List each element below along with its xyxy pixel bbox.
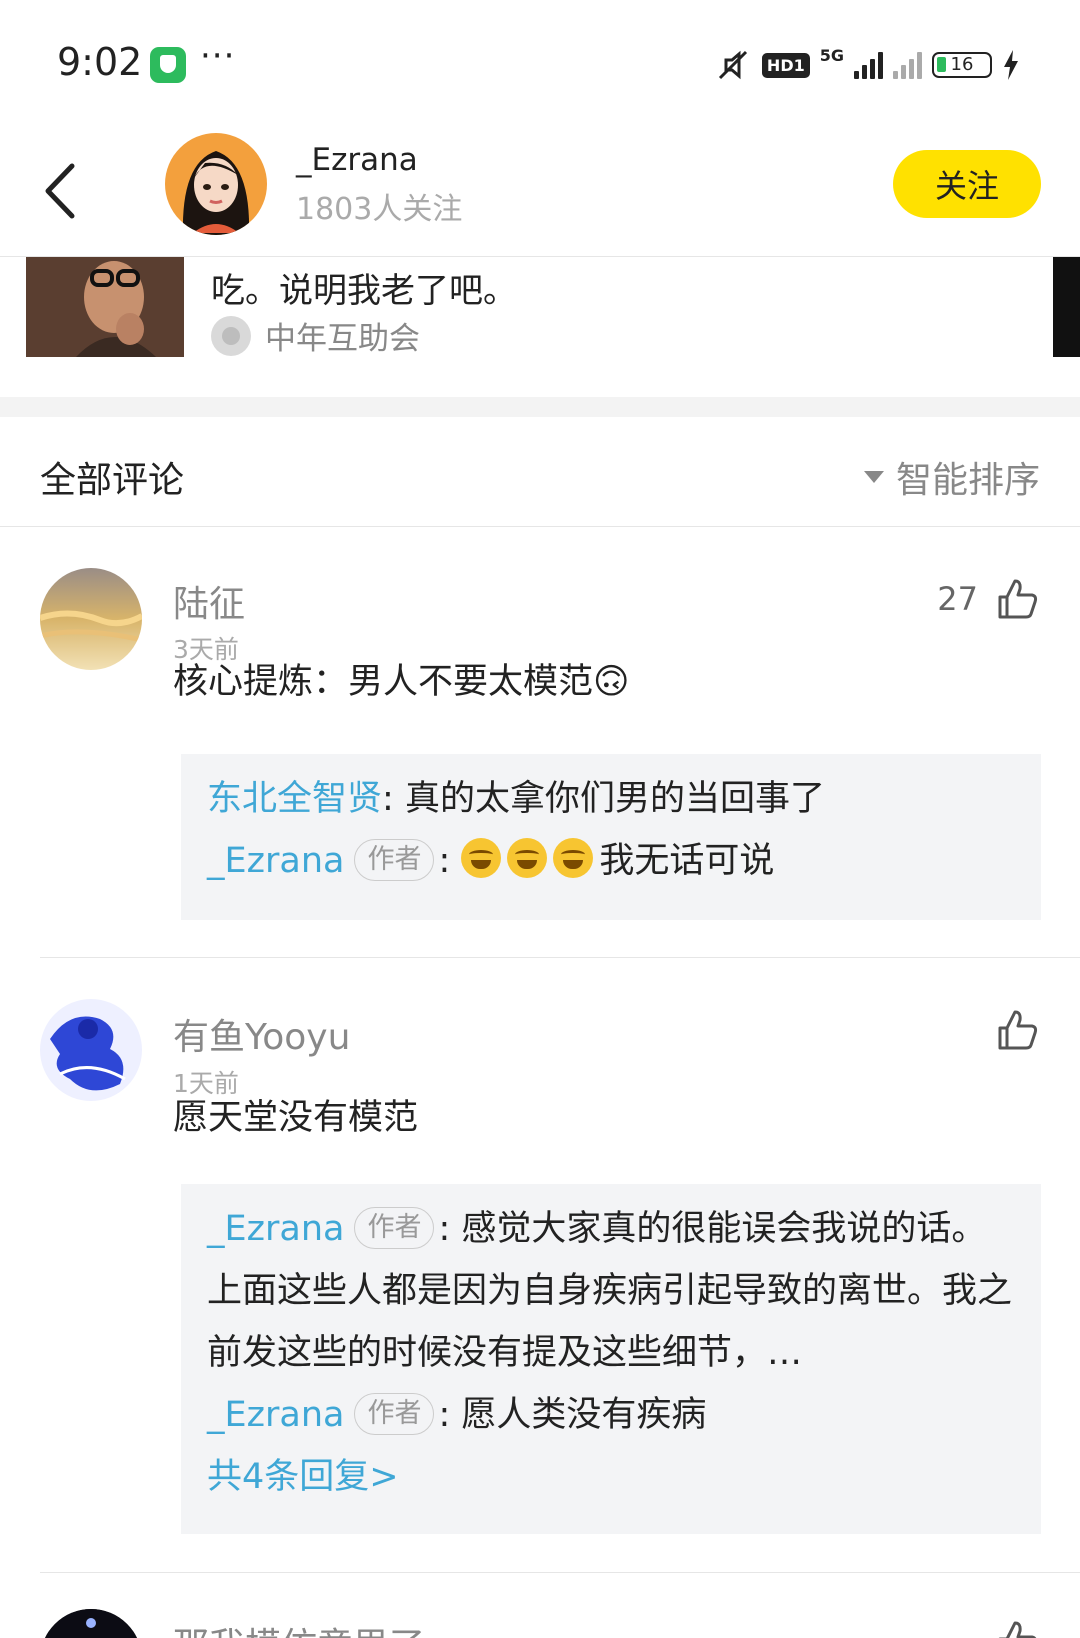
- battery-icon: 16: [932, 52, 992, 78]
- reply-item: _Ezrana 作者: 愿人类没有疾病: [207, 1384, 1015, 1446]
- reply-item: _Ezrana 作者: 感觉大家真的很能误会我说的话。上面这些人都是因为自身疾病引…: [207, 1198, 1015, 1384]
- reply-user[interactable]: 东北全智贤: [207, 779, 382, 819]
- like-count: 27: [937, 580, 978, 618]
- author-badge: 作者: [354, 1207, 435, 1249]
- commenter-name[interactable]: 那我模仿意思了: [173, 1617, 425, 1638]
- hd-voice-icon: HD1: [761, 52, 810, 78]
- comment-item: 那我模仿意思了: [0, 1573, 1080, 1638]
- reply-separator: :: [438, 1209, 462, 1249]
- network-type: 5G: [819, 46, 844, 65]
- security-shield-icon: [150, 47, 186, 83]
- battery-level: 16: [950, 54, 974, 75]
- reply-text: 真的太拿你们男的当回事了: [404, 779, 825, 819]
- post-thumbnail[interactable]: [26, 257, 184, 357]
- post-topic[interactable]: 中年互助会: [211, 313, 420, 358]
- reply-item: 东北全智贤: 真的太拿你们男的当回事了: [207, 768, 1015, 830]
- reply-box[interactable]: 东北全智贤: 真的太拿你们男的当回事了 _Ezrana 作者: 我无话可说: [181, 754, 1041, 920]
- topic-label: 中年互助会: [265, 321, 420, 357]
- comment-item: 陆征 3天前 27 核心提炼：男人不要太模范🙃 东北全智贤: 真的太拿你们男的当…: [0, 527, 1080, 957]
- reply-user[interactable]: _Ezrana: [207, 841, 344, 881]
- commenter-avatar[interactable]: [40, 568, 142, 670]
- comment-item: 有鱼Yooyu 1天前 愿天堂没有模范 _Ezrana 作者: 感觉大家真的很能误…: [0, 958, 1080, 1571]
- thumbs-up-icon: [998, 579, 1038, 619]
- reply-item: _Ezrana 作者: 我无话可说: [207, 830, 1015, 892]
- author-badge: 作者: [354, 1393, 435, 1435]
- reply-separator: :: [438, 1395, 462, 1435]
- like-button[interactable]: 27: [937, 577, 1040, 621]
- reply-user[interactable]: _Ezrana: [207, 1395, 344, 1435]
- comments-header: 全部评论 智能排序: [0, 417, 1080, 527]
- comment-text: 核心提炼：男人不要太模范🙃: [173, 662, 630, 702]
- grin-sweat-emoji-icon: [507, 838, 548, 878]
- status-time: 9:02: [57, 40, 143, 84]
- status-bar: 9:02 ··· HD1 5G 16: [0, 0, 1080, 120]
- follower-count: 1803人关注: [296, 192, 463, 227]
- like-button[interactable]: [996, 1008, 1040, 1052]
- commenter-avatar[interactable]: [40, 999, 142, 1101]
- post-excerpt: 吃。说明我老了吧。: [211, 271, 517, 311]
- like-button[interactable]: [996, 1619, 1040, 1638]
- dropdown-triangle-icon: [863, 471, 884, 483]
- view-all-replies-link[interactable]: 共4条回复>: [207, 1446, 1015, 1508]
- sort-label: 智能排序: [895, 460, 1040, 501]
- reply-user[interactable]: _Ezrana: [207, 1209, 344, 1249]
- grin-sweat-emoji-icon: [553, 838, 594, 878]
- sort-dropdown[interactable]: 智能排序: [863, 451, 1040, 503]
- status-icons: HD1 5G 16: [714, 46, 1020, 84]
- signal-2-icon: [893, 51, 922, 79]
- reply-box[interactable]: _Ezrana 作者: 感觉大家真的很能误会我说的话。上面这些人都是因为自身疾病引…: [181, 1184, 1041, 1534]
- comments-title: 全部评论: [40, 460, 185, 501]
- thumbs-up-icon: [998, 1010, 1038, 1050]
- reply-separator: :: [382, 779, 405, 819]
- comment-text: 愿天堂没有模范: [173, 1098, 419, 1138]
- profile-header: _Ezrana 1803人关注 关注: [0, 120, 1080, 257]
- grin-sweat-emoji-icon: [461, 838, 502, 878]
- follow-button[interactable]: 关注: [893, 150, 1041, 218]
- charging-icon: [1004, 50, 1018, 80]
- mute-icon: [718, 50, 747, 80]
- commenter-name[interactable]: 有鱼Yooyu: [173, 1008, 350, 1060]
- reply-separator: :: [438, 841, 462, 881]
- commenter-avatar[interactable]: [40, 1609, 142, 1638]
- reply-text: 愿人类没有疾病: [461, 1395, 707, 1435]
- section-divider: [0, 397, 1080, 417]
- back-icon[interactable]: [40, 156, 90, 226]
- thumbs-up-icon: [998, 1621, 1037, 1638]
- more-notifications-icon: ···: [200, 36, 236, 76]
- topic-icon: [211, 315, 251, 356]
- referenced-post[interactable]: 吃。说明我老了吧。 中年互助会: [0, 257, 1080, 397]
- signal-icon: [854, 51, 883, 79]
- commenter-name[interactable]: 陆征: [173, 575, 245, 627]
- author-name[interactable]: _Ezrana: [296, 142, 418, 178]
- author-avatar[interactable]: [165, 133, 267, 235]
- author-badge: 作者: [354, 839, 435, 881]
- reply-text: 我无话可说: [599, 841, 775, 881]
- post-side-thumbnail: [1053, 257, 1080, 357]
